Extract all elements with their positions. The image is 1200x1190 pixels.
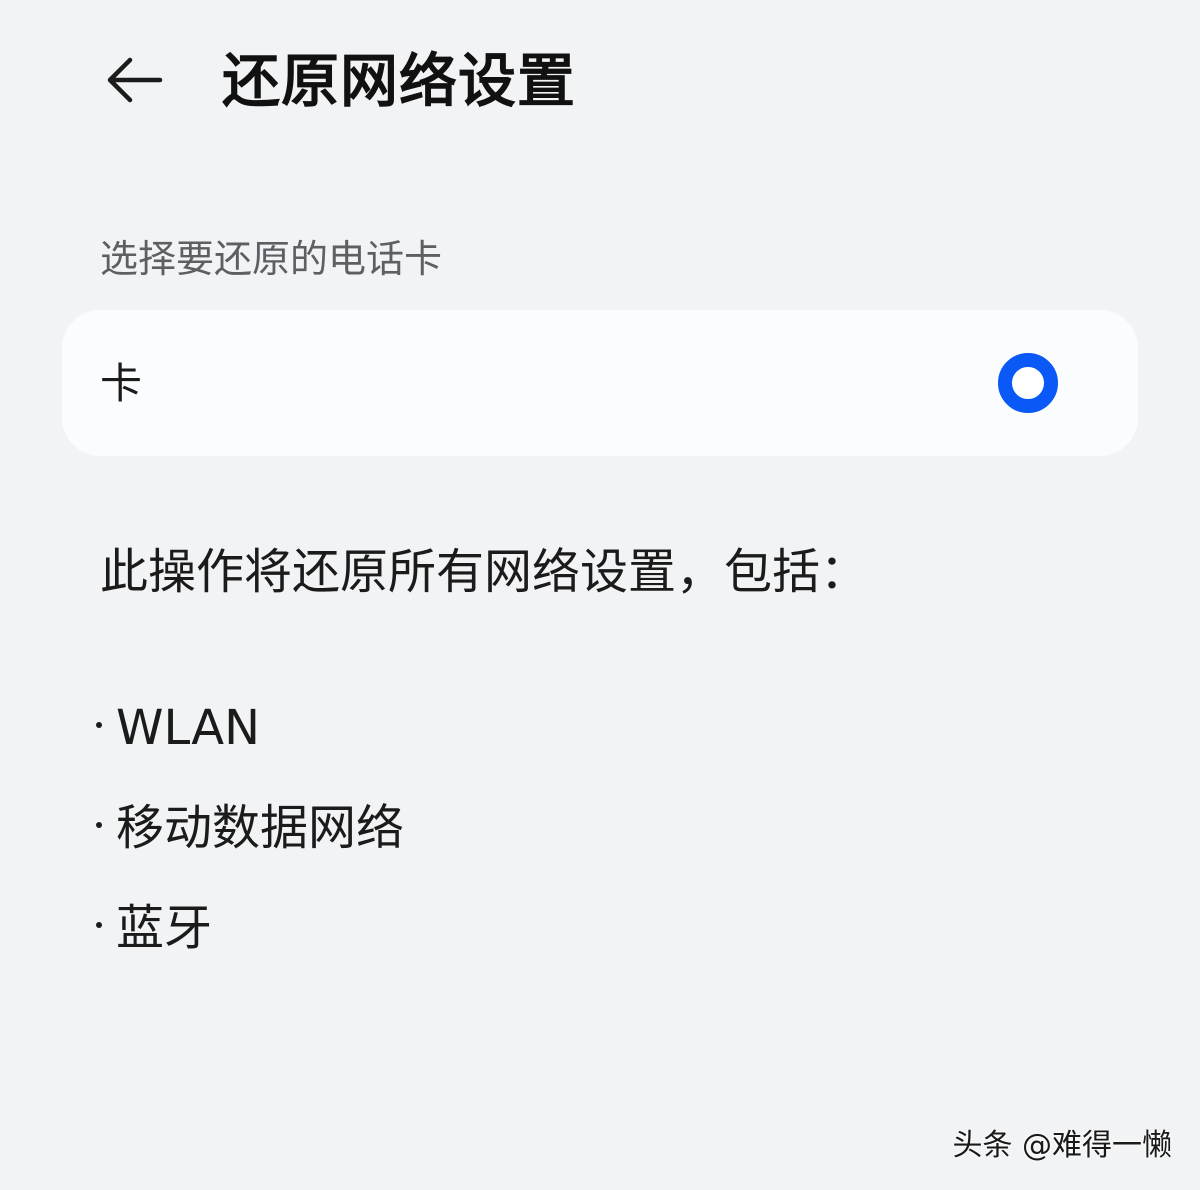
bullet-icon <box>96 722 102 728</box>
bullet-icon <box>96 822 102 828</box>
bullet-icon <box>96 922 102 928</box>
list-item-label: WLAN <box>116 700 261 756</box>
list-item: 移动数据网络 <box>96 778 404 878</box>
radio-selected-icon[interactable] <box>998 353 1058 413</box>
sim-card-label: 卡 <box>100 359 143 408</box>
back-button[interactable] <box>92 38 176 122</box>
list-item: WLAN <box>96 678 404 778</box>
watermark: 头条 @难得一懒 <box>952 1128 1172 1163</box>
sim-section-label: 选择要还原的电话卡 <box>100 237 443 281</box>
sim-card-option[interactable]: 卡 <box>62 310 1138 456</box>
page-title: 还原网络设置 <box>222 47 577 115</box>
arrow-left-icon <box>107 57 163 103</box>
list-item-label: 移动数据网络 <box>116 800 405 856</box>
reset-items-list: WLAN 移动数据网络 蓝牙 <box>96 678 404 978</box>
app-header: 还原网络设置 <box>0 0 1200 160</box>
list-item: 蓝牙 <box>96 878 404 978</box>
reset-description: 此操作将还原所有网络设置，包括： <box>100 544 869 600</box>
list-item-label: 蓝牙 <box>116 900 213 956</box>
